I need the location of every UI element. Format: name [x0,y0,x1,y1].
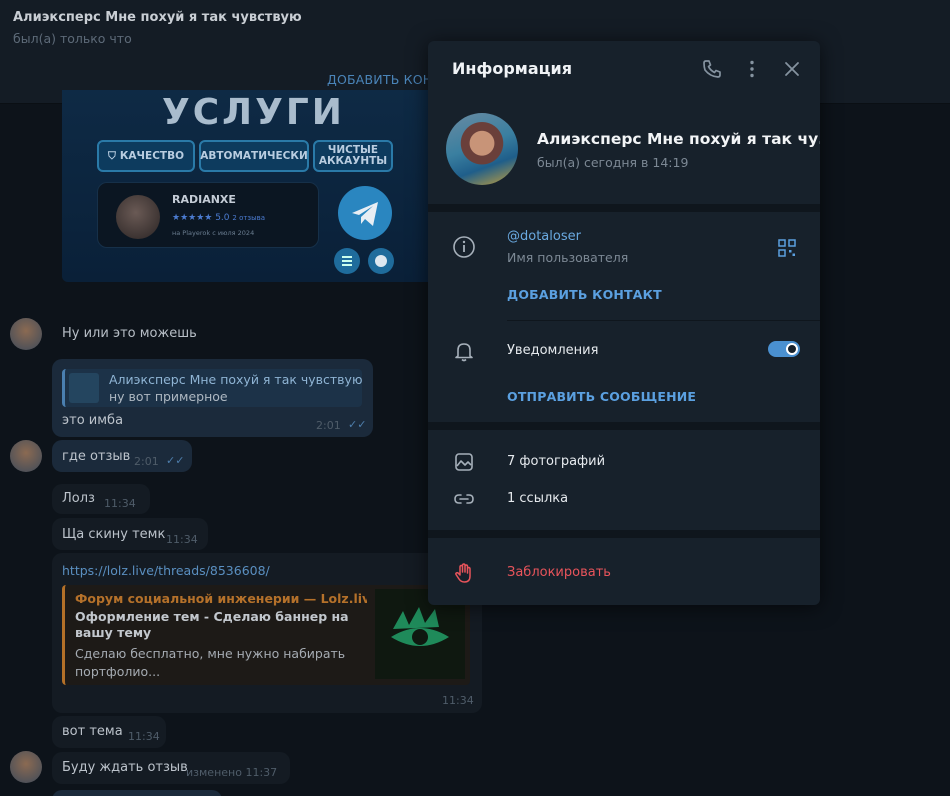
chat-status: был(а) только что [13,31,132,46]
profile-avatar[interactable] [446,113,518,185]
telegram-icon [338,186,392,240]
links-item[interactable]: 1 ссылка [507,491,568,506]
message-time: 11:34 [104,497,136,510]
read-checks-icon: ✓✓ [348,418,367,431]
avatar[interactable] [10,318,42,350]
banner-tag: ЧИСТЫЕ АККАУНТЫ [313,140,393,172]
qr-code-icon[interactable] [778,239,796,257]
block-hand-icon [450,559,478,587]
photos-item[interactable]: 7 фотографий [507,454,605,469]
panel-title: Информация [452,59,572,78]
message-text: Ну или это можешь [62,326,197,341]
block-button[interactable]: Заблокировать [507,565,611,580]
seller-rating: ★★★★★ 5.0 2 отзыва [172,213,266,223]
username-link[interactable]: @dotaloser [507,229,581,244]
message-link[interactable]: https://lolz.live/threads/8536608/ [62,563,270,578]
section-divider [428,422,820,430]
section-divider [428,530,820,538]
message-time: 2:01 [316,419,341,432]
banner-tag: АВТОМАТИЧЕСКИ [199,140,309,172]
more-vertical-icon[interactable] [740,57,764,81]
shield-icon: ⛉ [107,149,116,162]
phone-icon[interactable] [700,57,724,81]
username-label: Имя пользователя [507,250,629,265]
info-panel: Информация Алиэксперс Мне похуй я так чу… [428,41,820,605]
menu-icon [334,248,360,274]
reply-text: ну вот примерное [109,389,228,404]
info-icon [450,233,478,261]
profile-name: Алиэксперс Мне похуй я так чу... [537,130,820,148]
message-text: вот тема [62,724,123,739]
link-preview-title: Оформление тем - Сделаю баннер на вашу т… [75,609,349,640]
avatar[interactable] [10,440,42,472]
section-divider [428,204,820,212]
message-bubble[interactable] [52,790,222,796]
message-time: 11:34 [166,533,198,546]
message-time: 11:34 [128,730,160,743]
bell-icon [450,337,478,365]
message-text: Лолз [62,491,95,506]
reply-quote[interactable]: Алиэксперс Мне похуй я так чувствую ну в… [62,369,362,407]
reply-thumbnail [69,373,99,403]
send-message-button[interactable]: ОТПРАВИТЬ СООБЩЕНИЕ [507,389,696,404]
avatar[interactable] [10,751,42,783]
message-text: Ща скину темк [62,527,166,542]
message-bubble[interactable]: вот тема 11:34 [52,716,166,748]
link-preview[interactable]: Форум социальной инженерии — Lolz.live..… [62,585,470,685]
row-divider [507,320,820,321]
message-time: 11:34 [442,694,474,707]
banner-tag: ⛉ КАЧЕСТВО [97,140,195,172]
profile-last-seen: был(а) сегодня в 14:19 [537,155,689,170]
message-text: это имба [62,413,124,428]
message-bubble[interactable]: Буду ждать отзыв изменено 11:37 [52,752,290,784]
link-icon [450,485,478,513]
message-text: где отзыв [62,449,131,464]
notifications-label: Уведомления [507,343,599,358]
banner-title: УСЛУГИ [162,92,345,133]
message-bubble[interactable]: где отзыв 2:01 ✓✓ [52,440,192,472]
toggle-knob [786,343,798,355]
reply-name: Алиэксперс Мне похуй я так чувствую [109,372,363,387]
read-checks-icon: ✓✓ [166,454,185,467]
seller-card: RADIANXE ★★★★★ 5.0 2 отзыва на Playerok … [97,182,319,248]
message-time: изменено 11:37 [186,766,278,779]
message-bubble[interactable]: Ща скину темк 11:34 [52,518,208,550]
message-text: Буду ждать отзыв [62,760,188,775]
message-bubble[interactable]: Алиэксперс Мне похуй я так чувствую ну в… [52,359,373,437]
message-bubble[interactable]: Лолз 11:34 [52,484,150,514]
banner-image[interactable]: УСЛУГИ ⛉ КАЧЕСТВО АВТОМАТИЧЕСКИ ЧИСТЫЕ АК… [62,90,437,282]
add-contact-button[interactable]: ДОБАВИТЬ КОНТАКТ [507,287,662,302]
seller-name: RADIANXE [172,193,236,206]
close-icon[interactable] [780,57,804,81]
chat-title[interactable]: Алиэксперс Мне похуй я так чувствую [13,10,302,25]
seller-since: на Playerok с июля 2024 [172,229,255,237]
message-time: 2:01 [134,455,159,468]
link-preview-site: Форум социальной инженерии — Lolz.live..… [75,591,367,606]
chat-bubble-icon [368,248,394,274]
link-preview-desc: Сделаю бесплатно, мне нужно набирать пор… [75,646,346,679]
notifications-toggle[interactable] [768,341,800,357]
seller-avatar [116,195,160,239]
photo-icon [450,448,478,476]
